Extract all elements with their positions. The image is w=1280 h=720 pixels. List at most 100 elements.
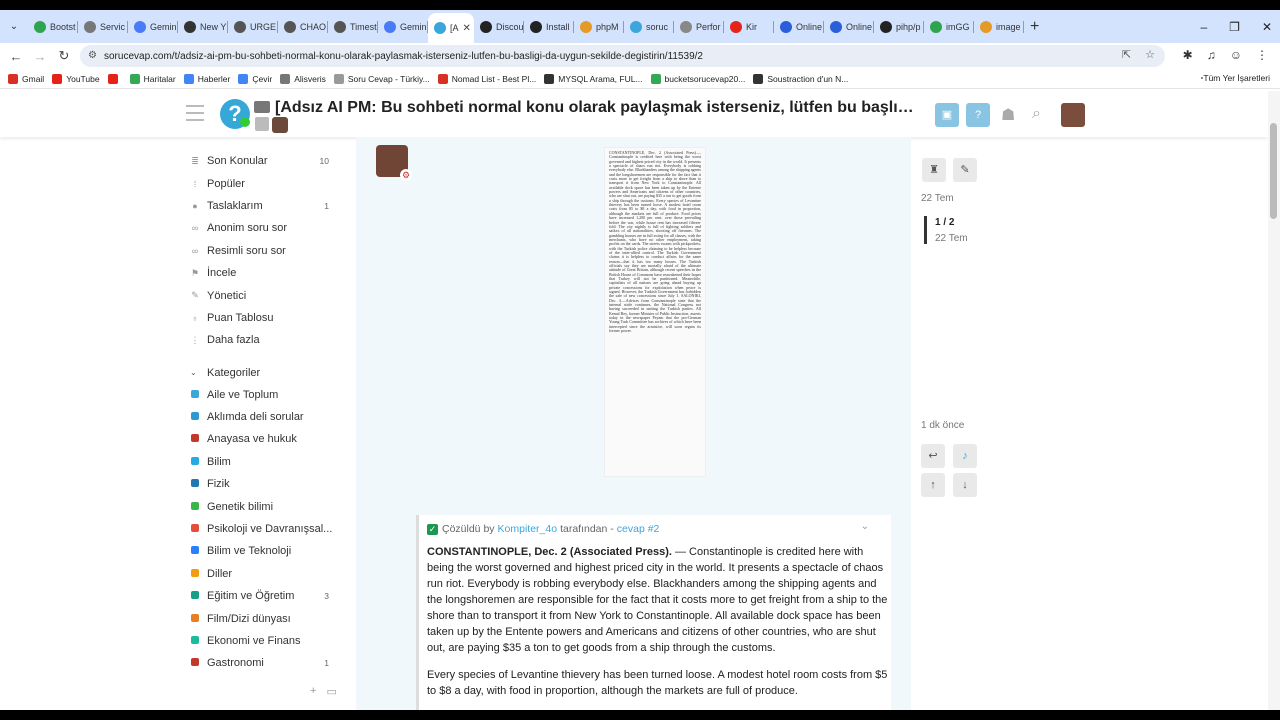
browser-tab[interactable]: image xyxy=(974,14,1024,40)
category-item[interactable]: Bilim ve Teknoloji xyxy=(180,540,355,562)
category-item[interactable]: Ekonomi ve Finans xyxy=(180,630,355,652)
browser-tab[interactable]: Timest xyxy=(328,14,378,40)
category-item[interactable]: Fizik xyxy=(180,473,355,495)
browser-tab[interactable]: Perfor xyxy=(674,14,724,40)
add-category-icon[interactable]: + xyxy=(310,685,316,698)
browser-tab[interactable]: Gemin xyxy=(128,14,178,40)
current-user-avatar[interactable] xyxy=(1061,103,1085,127)
reload-icon[interactable]: ↻ xyxy=(52,48,76,64)
browser-tab[interactable]: Bootst xyxy=(28,14,78,40)
timeline-last-activity[interactable]: 1 dk önce xyxy=(921,420,964,431)
browser-tab[interactable]: URGE xyxy=(228,14,278,40)
browser-tab[interactable]: CHAO xyxy=(278,14,328,40)
robot-icon[interactable]: ☗ xyxy=(1001,105,1015,125)
open-in-app-icon[interactable]: ⇱ xyxy=(1122,48,1131,61)
category-item[interactable]: Gastronomi 1 xyxy=(180,652,355,674)
sidebar-item[interactable]: ✎ Yönetici xyxy=(180,284,355,306)
extensions-icon[interactable]: ✱ xyxy=(1183,48,1193,62)
bookmark-item[interactable]: Alisveris xyxy=(280,73,326,84)
reply-button[interactable]: ↩ xyxy=(921,444,945,468)
browser-tab[interactable]: Kir xyxy=(724,14,774,40)
solution-author-link[interactable]: Kompiter_4o xyxy=(498,523,558,535)
category-item[interactable]: Aile ve Toplum xyxy=(180,384,355,406)
category-item[interactable]: Aklımda deli sorular xyxy=(180,406,355,428)
category-item[interactable]: Anayasa ve hukuk xyxy=(180,428,355,450)
sidebar-item[interactable]: ● Taslaklarım 1 xyxy=(180,195,355,217)
page-scrollbar[interactable] xyxy=(1268,91,1280,710)
expand-chevron-icon[interactable]: ⌄ xyxy=(861,521,869,532)
browser-tab[interactable]: imGG xyxy=(924,14,974,40)
bookmark-item[interactable]: YouTube xyxy=(52,73,100,84)
timeline-start-date[interactable]: 22 Tem xyxy=(921,193,954,204)
all-bookmarks[interactable]: Tüm Yer İşaretleri xyxy=(1201,73,1270,83)
bookmark-item[interactable]: Haritalar xyxy=(129,73,176,84)
tab-search-icon[interactable]: ⌄ xyxy=(0,13,28,41)
browser-tab[interactable]: soruc xyxy=(624,14,674,40)
jump-bottom-button[interactable]: ↓ xyxy=(953,473,977,497)
wrench-button[interactable]: ✎ xyxy=(953,158,977,182)
sidebar-item[interactable]: ♁ Puan Tablosu xyxy=(180,307,355,329)
bookmark-item[interactable]: Nomad List - Best Pl... xyxy=(437,73,536,84)
url-input[interactable]: ⚙ sorucevap.com/t/adsiz-ai-pm-bu-sohbeti… xyxy=(80,45,1165,67)
sidebar-item[interactable]: ≣ Son Konular 10 xyxy=(180,150,355,172)
bookmark-item[interactable]: Çevir xyxy=(238,73,272,84)
scrollbar-thumb[interactable] xyxy=(1270,123,1277,219)
browser-tab[interactable]: Discou xyxy=(474,14,524,40)
browser-tab[interactable]: Online xyxy=(824,14,874,40)
browser-tab[interactable]: Online xyxy=(774,14,824,40)
browser-tab[interactable]: [A ✕ xyxy=(428,13,474,43)
notification-bell-button[interactable]: ♪ xyxy=(953,444,977,468)
participant-bot-avatar[interactable] xyxy=(255,117,269,131)
browser-tab[interactable]: New Y xyxy=(178,14,228,40)
topic-title[interactable]: [Adsız AI PM: Bu sohbeti normal konu ola… xyxy=(275,99,923,117)
back-icon[interactable]: ← xyxy=(4,49,28,64)
hamburger-menu-icon[interactable] xyxy=(186,105,204,121)
bookmark-item[interactable]: MYSQL Arama, FUL... xyxy=(544,73,643,84)
post-author-avatar[interactable]: ⚙ xyxy=(376,145,412,181)
category-item[interactable]: Eğitim ve Öğretim 3 xyxy=(180,585,355,607)
maximize-icon[interactable]: ❐ xyxy=(1229,20,1240,34)
category-item[interactable]: Psikoloji ve Davranışsal... xyxy=(180,518,355,540)
bookmark-item[interactable]: Gmail xyxy=(8,73,44,84)
profile-icon[interactable]: ☺ xyxy=(1230,48,1242,62)
forward-icon[interactable]: → xyxy=(28,49,52,64)
participant-user-avatar[interactable] xyxy=(272,117,288,133)
sidebar-item[interactable]: ∞ Resimli soru sor xyxy=(180,240,355,262)
newspaper-clipping-image[interactable]: CONSTANTINOPLE, Dec. 2 (Associated Press… xyxy=(604,147,706,477)
timeline-scroller-handle[interactable] xyxy=(924,216,927,244)
category-item[interactable]: Genetik bilimi xyxy=(180,495,355,517)
sidebar-item[interactable]: ⋮ Daha fazla xyxy=(180,329,355,351)
category-item[interactable]: Film/Dizi dünyası xyxy=(180,607,355,629)
close-tab-icon[interactable]: ✕ xyxy=(463,23,471,34)
categories-header[interactable]: ⌄ Kategoriler xyxy=(180,362,355,384)
site-info-icon[interactable]: ⚙ xyxy=(88,50,100,62)
bookmark-star-icon[interactable]: ☆ xyxy=(1145,48,1155,61)
browser-menu-icon[interactable]: ⋮ xyxy=(1256,48,1268,62)
jump-top-button[interactable]: ↑ xyxy=(921,473,945,497)
browser-tab[interactable]: phpM xyxy=(574,14,624,40)
sidebar-item[interactable]: ⚑ İncele xyxy=(180,262,355,284)
bookmark-item[interactable]: Soru Cevap - Türkiy... xyxy=(333,73,430,84)
sidebar-item[interactable]: ∞ Anonim soru sor xyxy=(180,217,355,239)
media-icon[interactable]: ♫ xyxy=(1207,48,1216,62)
image-upload-button[interactable]: ▣ xyxy=(935,103,959,127)
category-item[interactable]: Bilim xyxy=(180,451,355,473)
help-button[interactable]: ? xyxy=(966,103,990,127)
sidebar-item[interactable]: ⁞ Popüler xyxy=(180,172,355,194)
bookmark-item[interactable]: Haberler xyxy=(183,73,230,84)
solution-post-link[interactable]: cevap #2 xyxy=(617,523,660,535)
browser-tab[interactable]: Install xyxy=(524,14,574,40)
category-item[interactable]: Diller xyxy=(180,563,355,585)
browser-tab[interactable]: pihp/p xyxy=(874,14,924,40)
bookmark-item[interactable] xyxy=(107,73,122,84)
bookmark-item[interactable]: Soustraction d'un N... xyxy=(753,73,848,84)
minimize-icon[interactable]: – xyxy=(1200,20,1207,34)
browser-tab[interactable]: Gemin xyxy=(378,14,428,40)
close-window-icon[interactable]: ✕ xyxy=(1262,20,1272,34)
bookmark-item[interactable]: bucketsorucevap20... xyxy=(650,73,745,84)
keyboard-icon[interactable]: ▭ xyxy=(326,685,336,698)
browser-tab[interactable]: Servic xyxy=(78,14,128,40)
new-tab-icon[interactable]: + xyxy=(1030,18,1039,36)
search-icon[interactable]: ⌕ xyxy=(1032,105,1041,123)
admin-actions-button[interactable]: ♜ xyxy=(922,158,946,182)
